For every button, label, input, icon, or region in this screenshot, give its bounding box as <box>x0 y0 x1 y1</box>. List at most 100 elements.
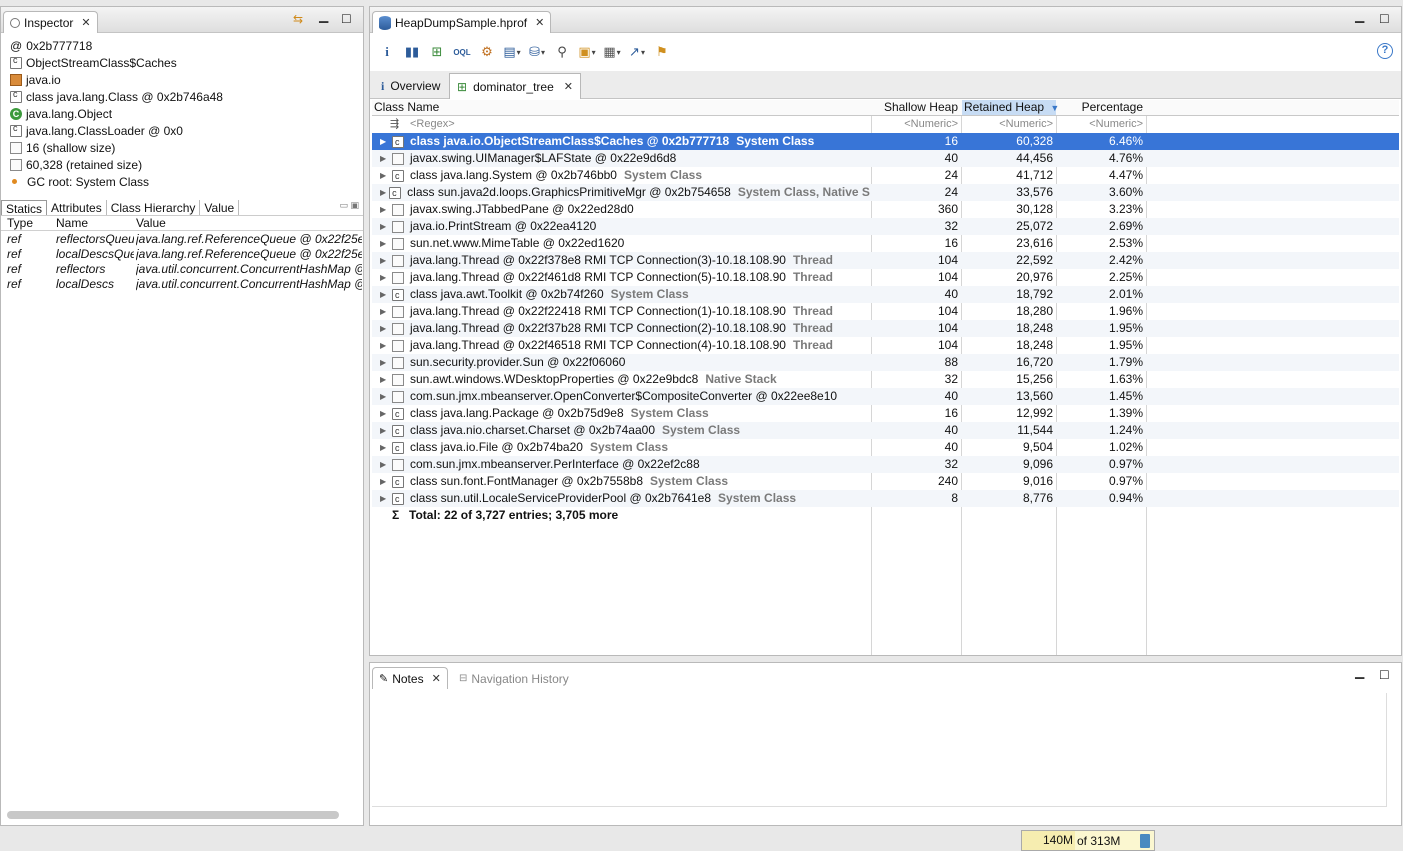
table-row[interactable]: ▶ java.lang.Thread @ 0x22f46518 RMI TCP C… <box>372 337 1399 354</box>
statics-row[interactable]: ref reflectorsQueue java.lang.ref.Referenc… <box>1 232 363 247</box>
expand-icon[interactable]: ▶ <box>380 371 389 388</box>
table-row[interactable]: ▶ class sun.java2d.loops.GraphicsPrimitiv… <box>372 184 1399 201</box>
tab-notes[interactable]: ✎ Notes ✕ <box>372 667 448 689</box>
dominator-tree-icon[interactable]: ⊞ <box>428 43 446 61</box>
table-row[interactable]: ▶ class java.awt.Toolkit @ 0x2b74f260 Syst… <box>372 286 1399 303</box>
tab-heapdump[interactable]: HeapDumpSample.hprof ✕ <box>372 11 552 33</box>
table-row[interactable]: ▶ com.sun.jmx.mbeanserver.PerInterface @ … <box>372 456 1399 473</box>
calculate-icon[interactable]: ▦ <box>603 43 621 61</box>
statics-row[interactable]: ref localDescs java.util.concurrent.Concur… <box>1 277 363 292</box>
expand-icon[interactable]: ▶ <box>380 167 389 184</box>
subtab-class-hierarchy[interactable]: Class Hierarchy <box>107 200 201 215</box>
garbage-collect-icon[interactable] <box>1140 833 1150 848</box>
pin-icon[interactable]: ⚑ <box>653 43 671 61</box>
table-row[interactable]: ▶ javax.swing.UIManager$LAFState @ 0x22e9… <box>372 150 1399 167</box>
expand-icon[interactable]: ▶ <box>380 286 389 303</box>
table-row[interactable]: ▶ java.lang.Thread @ 0x22f461d8 RMI TCP C… <box>372 269 1399 286</box>
run-report-icon[interactable]: ▤ <box>503 43 521 61</box>
col-name[interactable]: Name <box>56 216 88 230</box>
expand-icon[interactable]: ▶ <box>380 337 389 354</box>
col-percentage[interactable]: Percentage <box>1057 100 1145 115</box>
minimize-icon[interactable]: ▁ <box>319 9 328 23</box>
close-icon[interactable]: ✕ <box>564 80 573 93</box>
expand-icon[interactable]: ▶ <box>380 439 389 456</box>
heap-status[interactable]: 140M of 313M <box>1021 830 1155 851</box>
table-row[interactable]: ▶ class java.lang.Package @ 0x2b75d9e8 Sys… <box>372 405 1399 423</box>
expand-icon[interactable]: ▶ <box>380 456 389 473</box>
col-value[interactable]: Value <box>136 216 166 230</box>
expand-icon[interactable]: ▶ <box>380 473 389 490</box>
table-row[interactable]: ▶ sun.security.provider.Sun @ 0x22f06060 8… <box>372 354 1399 371</box>
link-editor-icon[interactable]: ⇆ <box>293 12 303 26</box>
table-row[interactable]: ▶ class java.lang.System @ 0x2b746bb0 Syst… <box>372 167 1399 185</box>
statics-row[interactable]: ref localDescsQueuejava.lang.ref.Referenc… <box>1 247 363 262</box>
table-row[interactable]: ▶ java.io.PrintStream @ 0x22ea4120 32 25,07… <box>372 218 1399 235</box>
maximize-icon[interactable]: ☐ <box>341 12 352 26</box>
notes-text-area[interactable] <box>372 693 1387 807</box>
subtab-attributes[interactable]: Attributes <box>47 200 107 215</box>
table-row[interactable]: ▶ java.lang.Thread @ 0x22f22418 RMI TCP C… <box>372 303 1399 320</box>
expand-icon[interactable]: ▶ <box>380 150 389 167</box>
info-icon[interactable]: i <box>378 43 396 61</box>
minimize-icon[interactable]: ▁ <box>1355 9 1364 23</box>
minimize-icon[interactable]: ▭ ▣ <box>339 200 359 215</box>
expand-icon[interactable]: ▶ <box>380 320 389 337</box>
subtab-value[interactable]: Value <box>200 200 240 215</box>
expand-icon[interactable]: ▶ <box>380 269 389 286</box>
expand-icon[interactable]: ▶ <box>380 235 389 252</box>
col-retained-heap[interactable]: Retained Heap ▼ <box>962 100 1059 115</box>
tab-overview[interactable]: i Overview <box>374 73 447 99</box>
expand-icon[interactable]: ▶ <box>380 405 389 422</box>
expand-icon[interactable]: ▶ <box>380 422 389 439</box>
expand-icon[interactable]: ▶ <box>380 133 389 150</box>
close-icon[interactable]: ✕ <box>432 672 441 685</box>
horizontal-scrollbar[interactable] <box>7 811 339 819</box>
search-icon[interactable]: ⚲ <box>553 43 571 61</box>
table-row[interactable]: ▶ sun.net.www.MimeTable @ 0x22ed1620 16 23,… <box>372 235 1399 252</box>
table-row[interactable]: ▶ class sun.font.FontManager @ 0x2b7558b8… <box>372 473 1399 491</box>
export-icon[interactable]: ↗ <box>628 43 646 61</box>
table-row[interactable]: ▶ class java.nio.charset.Charset @ 0x2b74… <box>372 422 1399 439</box>
table-row[interactable]: ▶ java.lang.Thread @ 0x22f37b28 RMI TCP C… <box>372 320 1399 337</box>
table-row[interactable]: ▶ java.lang.Thread @ 0x22f378e8 RMI TCP C… <box>372 252 1399 269</box>
minimize-icon[interactable]: ▁ <box>1355 665 1364 679</box>
table-row[interactable]: ▶ sun.awt.windows.WDesktopProperties @ 0x… <box>372 371 1399 388</box>
histogram-icon[interactable]: ▮▮ <box>403 43 421 61</box>
tab-dominator-tree[interactable]: ⊞ dominator_tree ✕ <box>449 73 581 99</box>
expand-icon[interactable]: ▶ <box>380 201 389 218</box>
close-icon[interactable]: ✕ <box>535 16 544 29</box>
filter-retained[interactable]: <Numeric> <box>962 116 1053 133</box>
query-browser-icon[interactable]: ⛁ <box>528 43 546 61</box>
class-name-cell: ▶ java.lang.Thread @ 0x22f461d8 RMI TCP C… <box>380 269 870 286</box>
group-icon[interactable]: ▣ <box>578 43 596 61</box>
col-class-name[interactable]: Class Name <box>374 100 864 115</box>
help-icon[interactable]: ? <box>1377 43 1393 59</box>
statics-row[interactable]: ref reflectors java.util.concurrent.Concur… <box>1 262 363 277</box>
expand-icon[interactable]: ▶ <box>380 303 389 320</box>
tab-inspector[interactable]: Inspector ✕ <box>3 11 98 33</box>
expand-icon[interactable]: ▶ <box>380 184 386 201</box>
expand-icon[interactable]: ▶ <box>380 490 389 507</box>
filter-regex[interactable]: <Regex> <box>410 116 610 133</box>
maximize-icon[interactable]: ☐ <box>1379 12 1390 26</box>
close-icon[interactable]: ✕ <box>81 16 90 29</box>
filter-percentage[interactable]: <Numeric> <box>1057 116 1143 133</box>
subtab-statics[interactable]: Statics <box>1 200 48 216</box>
table-row[interactable]: ▶ com.sun.jmx.mbeanserver.OpenConverter$C… <box>372 388 1399 405</box>
expand-icon[interactable]: ▶ <box>380 252 389 269</box>
col-type[interactable]: Type <box>7 216 33 230</box>
col-shallow-heap[interactable]: Shallow Heap <box>872 100 960 115</box>
table-row[interactable]: ▶ class sun.util.LocaleServiceProviderPoo… <box>372 490 1399 507</box>
expand-icon[interactable]: ▶ <box>380 388 389 405</box>
oql-icon[interactable]: OQL <box>453 43 471 61</box>
filter-shallow[interactable]: <Numeric> <box>872 116 958 133</box>
maximize-icon[interactable]: ☐ <box>1379 668 1390 682</box>
expand-icon[interactable]: ▶ <box>380 354 389 371</box>
table-row[interactable]: ▶ class java.io.File @ 0x2b74ba20 System C… <box>372 439 1399 457</box>
table-row[interactable]: ▶ javax.swing.JTabbedPane @ 0x22ed28d0 360… <box>372 201 1399 218</box>
total-row[interactable]: Σ Total: 22 of 3,727 entries; 3,705 more <box>372 507 1399 524</box>
expand-icon[interactable]: ▶ <box>380 218 389 235</box>
thread-overview-icon[interactable]: ⚙ <box>478 43 496 61</box>
tab-navigation-history[interactable]: ⊟ Navigation History <box>452 667 576 689</box>
table-row[interactable]: ▶ class java.io.ObjectStreamClass$Caches … <box>372 133 1399 150</box>
